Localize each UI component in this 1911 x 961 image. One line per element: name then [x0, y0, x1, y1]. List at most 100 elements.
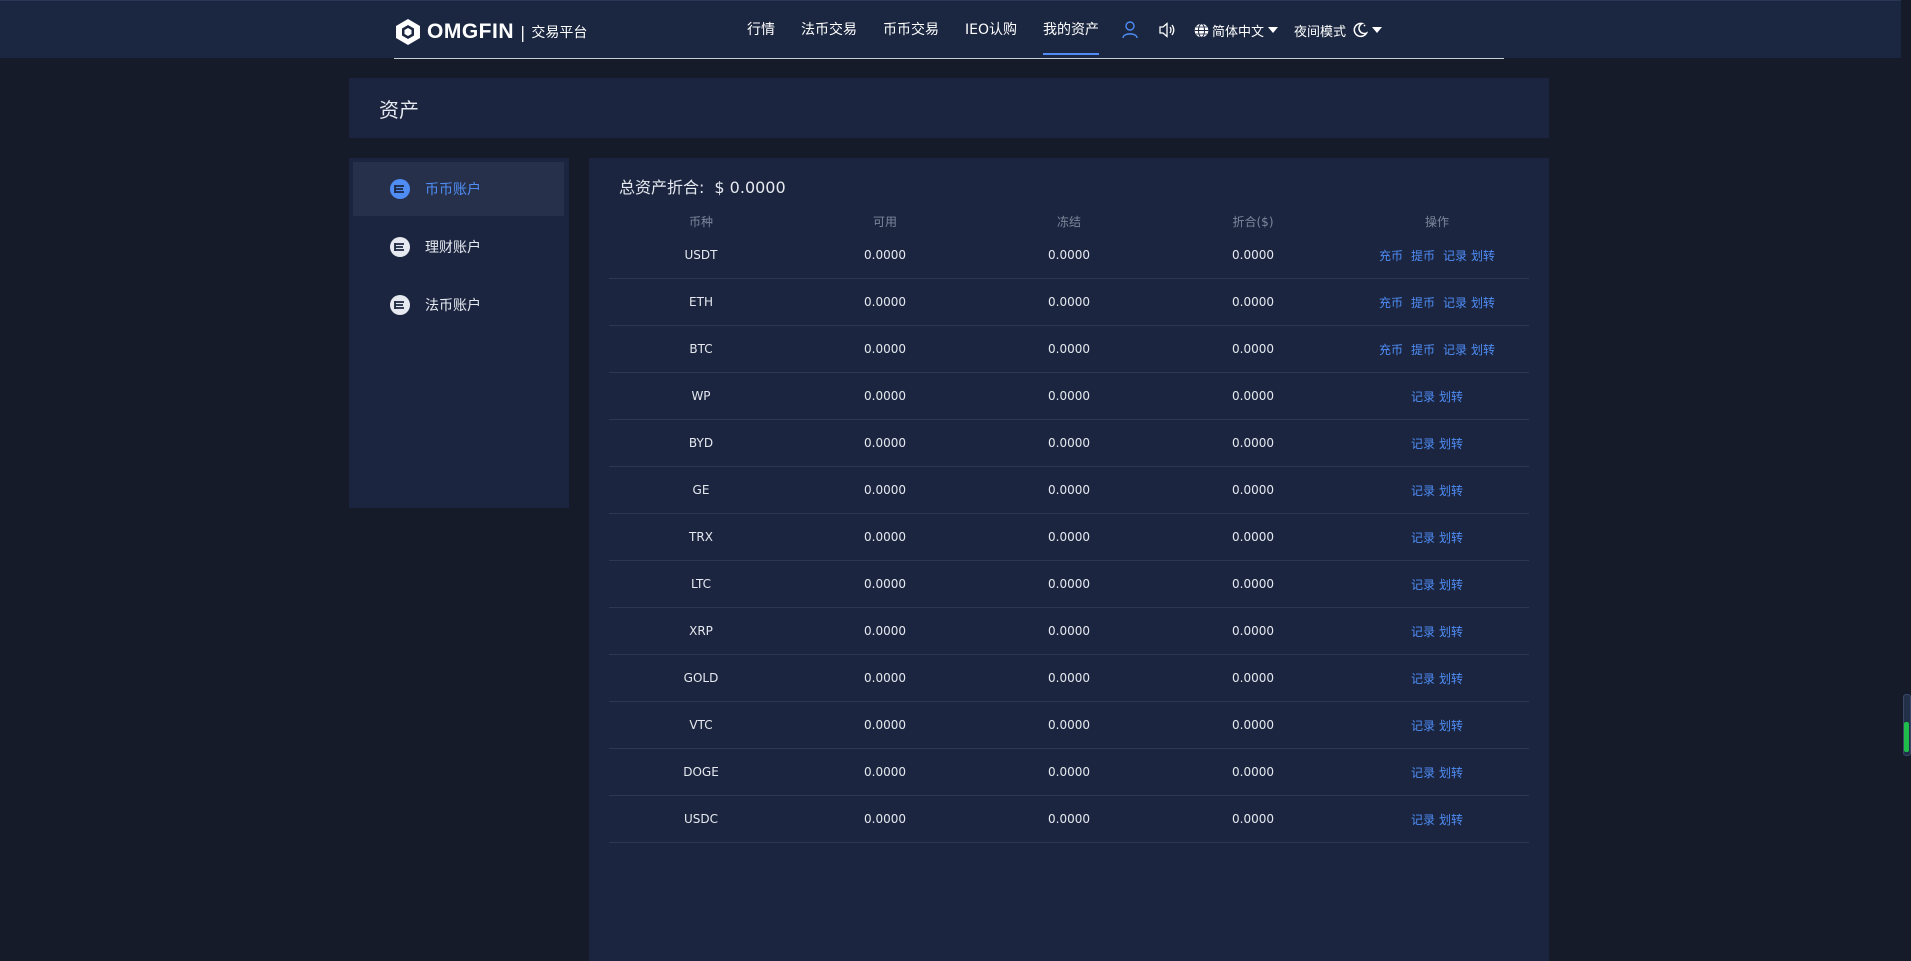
- moon-icon: [1353, 22, 1369, 38]
- frozen-cell: 0.0000: [1048, 342, 1090, 356]
- available-cell: 0.0000: [864, 765, 906, 779]
- actions-cell: 充币 提币 记录 划转: [1345, 247, 1529, 264]
- coin-stack-icon: [390, 295, 410, 315]
- actions-cell: 充币 提币 记录 划转: [1345, 341, 1529, 358]
- value-cell: 0.0000: [1232, 765, 1274, 779]
- transfer-link[interactable]: 划转: [1439, 531, 1463, 545]
- actions-cell: 充币 提币 记录 划转: [1345, 294, 1529, 311]
- value-cell: 0.0000: [1232, 436, 1274, 450]
- frozen-cell: 0.0000: [1048, 812, 1090, 826]
- coin-stack-icon: [390, 179, 410, 199]
- night-mode-label: 夜间模式: [1294, 24, 1347, 40]
- transfer-link[interactable]: 划转: [1471, 296, 1495, 310]
- transfer-link[interactable]: 划转: [1439, 766, 1463, 780]
- frozen-cell: 0.0000: [1048, 389, 1090, 403]
- transfer-link[interactable]: 划转: [1471, 249, 1495, 263]
- records-link[interactable]: 记录: [1411, 484, 1435, 498]
- assets-table: 币种 可用 冻结 折合($) 操作 USDT 0.0000 0.0000 0.0000…: [609, 210, 1529, 843]
- records-link[interactable]: 记录: [1411, 719, 1435, 733]
- table-header: 币种 可用 冻结 折合($) 操作: [609, 210, 1529, 232]
- coin-cell: TRX: [689, 530, 713, 544]
- frozen-cell: 0.0000: [1048, 483, 1090, 497]
- records-link[interactable]: 记录: [1411, 578, 1435, 592]
- withdraw-link[interactable]: 提币: [1411, 343, 1435, 357]
- table-row: ETH 0.0000 0.0000 0.0000 充币 提币 记录 划转: [609, 279, 1529, 326]
- records-link[interactable]: 记录: [1443, 296, 1467, 310]
- records-link[interactable]: 记录: [1411, 813, 1435, 827]
- transfer-link[interactable]: 划转: [1439, 625, 1463, 639]
- value-cell: 0.0000: [1232, 624, 1274, 638]
- deposit-link[interactable]: 充币: [1379, 343, 1403, 357]
- nav-market[interactable]: 行情: [747, 1, 775, 59]
- coin-stack-icon: [390, 237, 410, 257]
- coin-cell: USDT: [684, 248, 718, 262]
- user-icon[interactable]: [1122, 1, 1138, 59]
- coin-cell: WP: [691, 389, 711, 403]
- nav-my-assets[interactable]: 我的资产: [1043, 1, 1099, 59]
- available-cell: 0.0000: [864, 812, 906, 826]
- coin-cell: VTC: [689, 718, 713, 732]
- actions-cell: 记录 划转: [1345, 811, 1529, 828]
- records-link[interactable]: 记录: [1411, 625, 1435, 639]
- nav-ieo[interactable]: IEO认购: [965, 1, 1017, 59]
- coin-cell: ETH: [689, 295, 713, 309]
- speaker-icon[interactable]: [1158, 1, 1176, 59]
- transfer-link[interactable]: 划转: [1439, 437, 1463, 451]
- records-link[interactable]: 记录: [1443, 343, 1467, 357]
- sidebar-item-fiat-account[interactable]: 法币账户: [353, 278, 564, 332]
- records-link[interactable]: 记录: [1411, 437, 1435, 451]
- actions-cell: 记录 划转: [1345, 670, 1529, 687]
- coin-cell: GOLD: [683, 671, 719, 685]
- omgfin-logo-icon: [396, 19, 420, 45]
- logo[interactable]: OMGFIN | 交易平台: [394, 17, 587, 47]
- available-cell: 0.0000: [864, 248, 906, 262]
- page-header: 资产: [349, 78, 1549, 138]
- frozen-cell: 0.0000: [1048, 671, 1090, 685]
- records-link[interactable]: 记录: [1411, 766, 1435, 780]
- available-cell: 0.0000: [864, 624, 906, 638]
- records-link[interactable]: 记录: [1443, 249, 1467, 263]
- coin-cell: GE: [692, 483, 710, 497]
- transfer-link[interactable]: 划转: [1439, 813, 1463, 827]
- sidebar-item-label: 理财账户: [425, 240, 481, 256]
- table-row: GOLD 0.0000 0.0000 0.0000 记录 划转: [609, 655, 1529, 702]
- records-link[interactable]: 记录: [1411, 531, 1435, 545]
- nav-coin-trade[interactable]: 币币交易: [883, 1, 939, 59]
- table-row: LTC 0.0000 0.0000 0.0000 记录 划转: [609, 561, 1529, 608]
- deposit-link[interactable]: 充币: [1379, 249, 1403, 263]
- page-scrollbar[interactable]: [1901, 0, 1911, 961]
- records-link[interactable]: 记录: [1411, 390, 1435, 404]
- transfer-link[interactable]: 划转: [1439, 484, 1463, 498]
- frozen-cell: 0.0000: [1048, 530, 1090, 544]
- sidebar-item-finance-account[interactable]: 理财账户: [353, 220, 564, 274]
- table-body: USDT 0.0000 0.0000 0.0000 充币 提币 记录 划转 ETH 0.0000 0…: [609, 232, 1529, 843]
- withdraw-link[interactable]: 提币: [1411, 296, 1435, 310]
- actions-cell: 记录 划转: [1345, 435, 1529, 452]
- value-cell: 0.0000: [1232, 248, 1274, 262]
- account-sidebar: 币币账户 理财账户 法币账户: [349, 158, 569, 508]
- transfer-link[interactable]: 划转: [1439, 719, 1463, 733]
- assets-panel: 总资产折合: $ 0.0000 币种 可用 冻结 折合($) 操作 USDT 0.0…: [589, 158, 1549, 961]
- actions-cell: 记录 划转: [1345, 388, 1529, 405]
- transfer-link[interactable]: 划转: [1439, 672, 1463, 686]
- night-mode-toggle[interactable]: 夜间模式: [1294, 21, 1383, 40]
- available-cell: 0.0000: [864, 577, 906, 591]
- total-assets: 总资产折合: $ 0.0000: [619, 174, 786, 198]
- frozen-cell: 0.0000: [1048, 295, 1090, 309]
- total-assets-label: 总资产折合:: [619, 178, 705, 197]
- available-cell: 0.0000: [864, 389, 906, 403]
- nav-fiat-trade[interactable]: 法币交易: [801, 1, 857, 59]
- available-cell: 0.0000: [864, 671, 906, 685]
- logo-separator: |: [520, 22, 526, 42]
- actions-cell: 记录 划转: [1345, 717, 1529, 734]
- transfer-link[interactable]: 划转: [1439, 390, 1463, 404]
- table-row: BTC 0.0000 0.0000 0.0000 充币 提币 记录 划转: [609, 326, 1529, 373]
- sidebar-item-spot-account[interactable]: 币币账户: [353, 162, 564, 216]
- language-selector[interactable]: 简体中文: [1194, 21, 1279, 40]
- frozen-cell: 0.0000: [1048, 624, 1090, 638]
- transfer-link[interactable]: 划转: [1439, 578, 1463, 592]
- deposit-link[interactable]: 充币: [1379, 296, 1403, 310]
- transfer-link[interactable]: 划转: [1471, 343, 1495, 357]
- records-link[interactable]: 记录: [1411, 672, 1435, 686]
- withdraw-link[interactable]: 提币: [1411, 249, 1435, 263]
